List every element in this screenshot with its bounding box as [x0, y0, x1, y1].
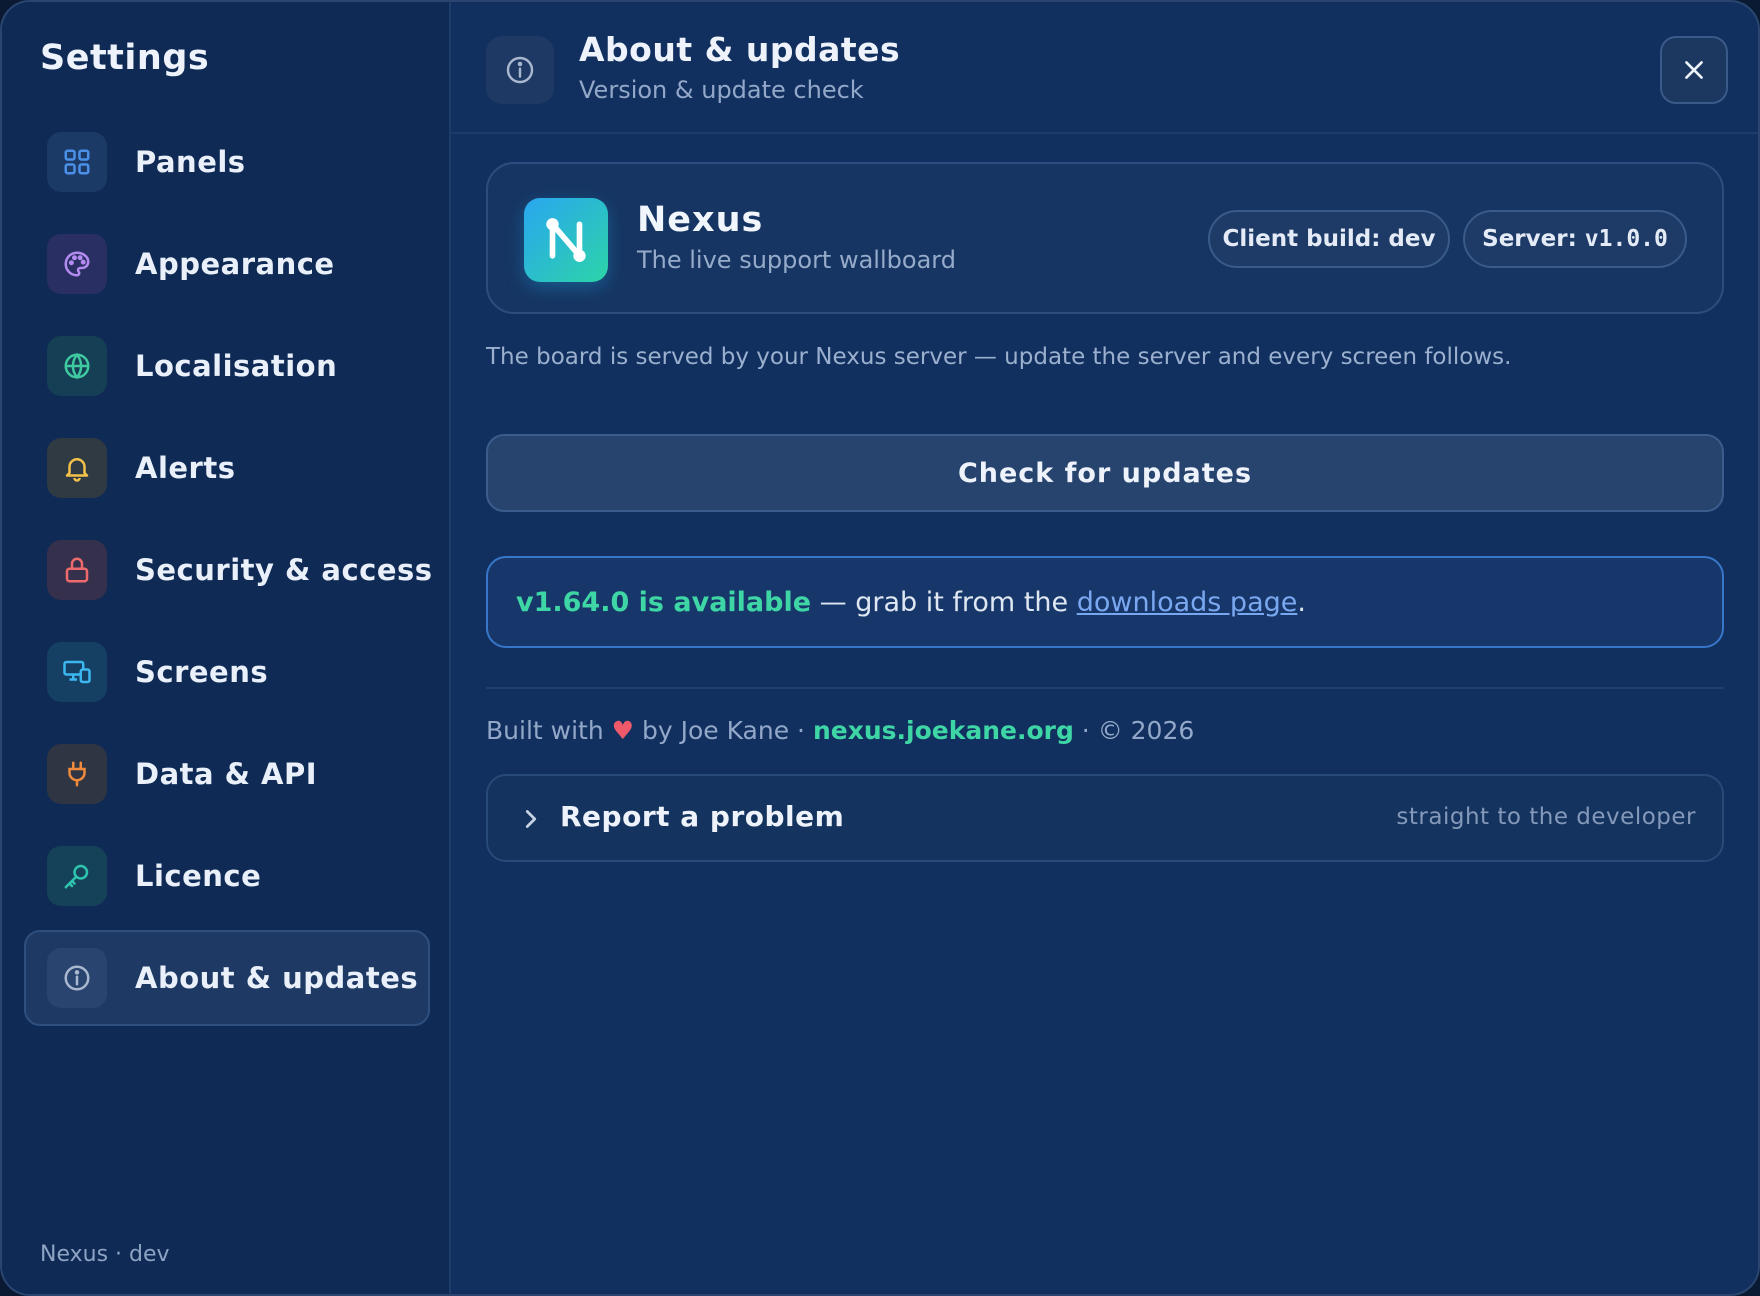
app-logo	[524, 198, 608, 282]
settings-window: Settings Panels Appearance Localisation …	[0, 0, 1760, 1296]
info-icon	[47, 948, 107, 1008]
palette-icon	[47, 234, 107, 294]
sidebar-nav: Panels Appearance Localisation Alerts Se…	[24, 114, 433, 1032]
sidebar-item-appearance[interactable]: Appearance	[24, 216, 430, 312]
client-build-label: Client build:	[1222, 226, 1381, 252]
sidebar-item-screens[interactable]: Screens	[24, 624, 430, 720]
sidebar-item-label: Appearance	[135, 247, 335, 281]
server-version-badge: Server: v1.0.0	[1463, 210, 1687, 268]
update-middle-text: — grab it from the	[811, 586, 1077, 618]
sidebar-item-label: Panels	[135, 145, 246, 179]
credits-line: Built with ♥ by Joe Kane · nexus.joekane…	[486, 716, 1194, 745]
sidebar-item-about[interactable]: About & updates	[24, 930, 430, 1026]
info-icon	[486, 36, 554, 104]
app-name: Nexus	[637, 200, 764, 240]
nexus-logo-icon	[546, 218, 586, 262]
sidebar-item-label: Licence	[135, 859, 262, 893]
globe-icon	[47, 336, 107, 396]
panel-header: About & updates Version & update check	[451, 2, 1758, 134]
sidebar-item-licence[interactable]: Licence	[24, 828, 430, 924]
report-problem-toggle[interactable]: Report a problem straight to the develop…	[486, 774, 1724, 862]
grid-icon	[47, 132, 107, 192]
update-end-text: .	[1297, 586, 1306, 618]
bell-icon	[47, 438, 107, 498]
plug-icon	[47, 744, 107, 804]
devices-icon	[47, 642, 107, 702]
app-info-card: Nexus The live support wallboard Client …	[486, 162, 1724, 314]
website-link[interactable]: nexus.joekane.org	[813, 716, 1074, 745]
sidebar-item-panels[interactable]: Panels	[24, 114, 430, 210]
sidebar-item-data-api[interactable]: Data & API	[24, 726, 430, 822]
update-version-text: v1.64.0 is available	[516, 586, 812, 618]
sidebar-item-label: Localisation	[135, 349, 338, 383]
check-updates-button[interactable]: Check for updates	[486, 434, 1724, 512]
sidebar-item-security[interactable]: Security & access	[24, 522, 433, 618]
client-build-badge: Client build: dev	[1208, 210, 1450, 268]
sidebar-item-label: Security & access	[135, 553, 433, 587]
sidebar-item-alerts[interactable]: Alerts	[24, 420, 430, 516]
close-icon	[1685, 61, 1703, 79]
sidebar-item-label: Alerts	[135, 451, 236, 485]
client-build-value: dev	[1388, 226, 1436, 252]
downloads-page-link[interactable]: downloads page	[1077, 587, 1298, 618]
sidebar: Settings Panels Appearance Localisation …	[2, 2, 451, 1294]
page-title: About & updates	[579, 30, 901, 69]
report-problem-title: Report a problem	[560, 800, 845, 833]
key-icon	[47, 846, 107, 906]
page-subtitle: Version & update check	[579, 76, 864, 104]
sidebar-footer: Nexus · dev	[40, 1242, 170, 1267]
credits-author: by Joe Kane ·	[634, 716, 813, 745]
sidebar-title: Settings	[40, 38, 210, 78]
server-info-text: The board is served by your Nexus server…	[486, 344, 1512, 370]
server-version-label: Server:	[1482, 226, 1577, 252]
app-tagline: The live support wallboard	[637, 246, 956, 274]
credits-copyright: · © 2026	[1073, 716, 1195, 745]
main-panel: About & updates Version & update check N…	[451, 2, 1758, 1294]
sidebar-item-label: Data & API	[135, 757, 318, 791]
chevron-right-icon	[525, 810, 537, 828]
close-button[interactable]	[1660, 36, 1728, 104]
sidebar-item-label: About & updates	[135, 961, 419, 995]
lock-icon	[47, 540, 107, 600]
update-available-notice: v1.64.0 is available — grab it from the …	[486, 556, 1724, 648]
report-problem-hint: straight to the developer	[1396, 804, 1696, 830]
sidebar-item-localisation[interactable]: Localisation	[24, 318, 430, 414]
heart-icon: ♥	[611, 716, 635, 745]
divider	[486, 687, 1724, 689]
server-version-value: v1.0.0	[1584, 226, 1668, 252]
credits-prefix: Built with	[486, 716, 612, 745]
sidebar-item-label: Screens	[135, 655, 269, 689]
